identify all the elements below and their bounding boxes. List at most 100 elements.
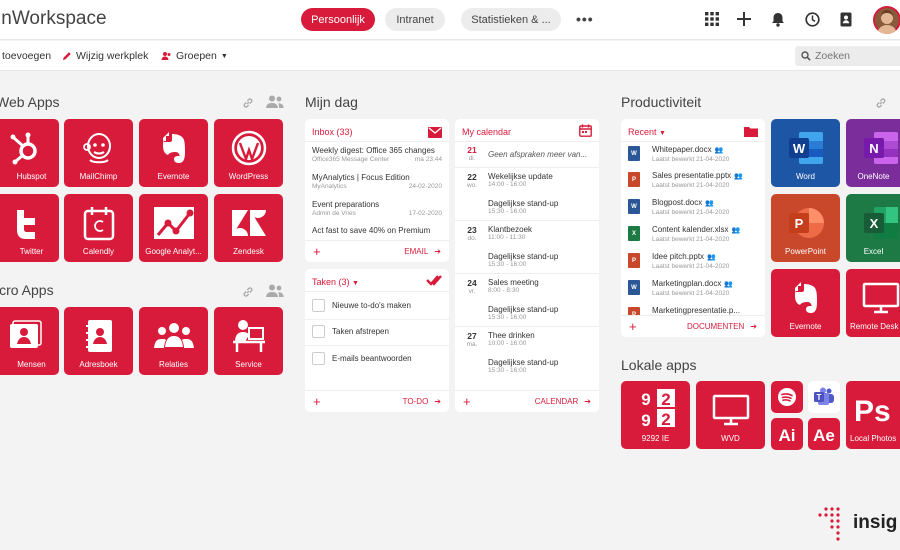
new-task-plus-icon[interactable]: + [313,394,321,409]
todo-link[interactable]: TO-DO ➔ [403,397,441,406]
chevron-down-icon: ▼ [220,52,228,60]
app-tile-calendly[interactable]: Calendly [64,194,133,262]
search-input[interactable] [815,50,895,62]
search-box[interactable] [795,46,900,66]
document-item[interactable]: P Idee pitch.pptx 👥 Laatst bewerkt 21-04-… [628,250,758,273]
documents-footer: + DOCUMENTEN ➔ [621,315,765,337]
todo-checkbox[interactable] [312,352,325,365]
todo-checkbox[interactable] [312,299,325,312]
app-tile-evernote[interactable]: Evernote [139,119,208,187]
todo-item[interactable]: Taken afstrepen [312,325,389,338]
app-tile-wvd[interactable]: WVD [696,381,765,449]
new-event-plus-icon[interactable]: + [463,394,471,409]
grid-icon[interactable] [703,10,721,28]
bell-icon[interactable] [769,10,787,28]
calendar-event[interactable]: Thee drinken 10:00 - 16:00 [488,331,592,347]
document-name: Marketingpresentatie.p... [652,306,741,315]
document-item[interactable]: W Marketingplan.docx 👥 Laatst bewerkt 21-… [628,277,758,300]
todo-item[interactable]: Nieuwe to-do's maken [312,299,411,312]
app-tile-onenote[interactable]: N OneNote [846,119,900,187]
document-edited: Laatst bewerkt 21-04-2020 [652,236,730,243]
calendar-card: My calendar 21 di. Geen afspraken meer va… [455,119,599,412]
app-tile-teams[interactable]: T [808,381,840,413]
after-effects-icon: Ae [813,426,835,445]
app-tile-adresboek[interactable]: Adresboek [64,307,133,375]
app-tile-spotify[interactable] [771,381,803,413]
new-document-plus-icon[interactable]: + [629,319,637,334]
link-icon[interactable] [242,285,254,303]
document-item[interactable]: W Whitepaper.docx 👥 Laatst bewerkt 21-04-… [628,143,758,166]
todo-checkbox[interactable] [312,325,325,338]
link-icon[interactable] [875,96,887,114]
app-tile-wordpress[interactable]: WordPress [214,119,283,187]
app-tile-twitter[interactable]: Twitter [0,194,59,262]
document-edited: Laatst bewerkt 21-04-2020 [652,156,730,163]
document-item[interactable]: P Sales presentatie.pptx 👥 Laatst bewerkt… [628,169,758,192]
groups-label: Groepen [176,50,217,62]
tasks-title[interactable]: Taken (3) ▼ [312,277,359,287]
productiviteit-title: Productiviteit [621,94,702,110]
more-tabs-button[interactable]: ••• [576,11,594,27]
shared-icon: 👥 [724,280,734,288]
document-item[interactable]: X Content kalender.xlsx 👥 Laatst bewerkt … [628,223,758,246]
mail-item[interactable]: Event preparations Admin de Vries 17-02-2… [312,200,442,217]
app-tile-remote-desktop[interactable]: Remote Desk [846,269,900,337]
app-tile-powerpoint[interactable]: P PowerPoint [771,194,840,262]
edit-workspace-button[interactable]: Wijzig werkplek [62,50,148,62]
email-link[interactable]: EMAIL ➔ [404,247,441,256]
avatar[interactable] [873,6,900,34]
arrow-right-icon: ➔ [434,247,441,256]
tab-intranet[interactable]: Intranet [385,8,445,31]
mail-from: MyAnalytics [312,183,347,190]
documents-link[interactable]: DOCUMENTEN ➔ [687,322,757,331]
app-tile-google-analytics[interactable]: Google Analyt... [139,194,208,262]
app-tile-local-photoshop[interactable]: Ps Local Photos [846,381,900,449]
calendar-event[interactable]: Dagelijkse stand-up 15:30 - 16:00 [488,305,592,321]
plus-icon[interactable] [735,10,753,28]
app-tile-excel[interactable]: X Excel [846,194,900,262]
tasks-title-label: Taken (3) [312,277,350,287]
calendar-event[interactable]: Klantbezoek 11:00 - 11:30 [488,225,592,241]
contacts-icon[interactable] [837,10,855,28]
app-tile-label: Excel [863,247,884,256]
new-mail-plus-icon[interactable]: + [313,244,321,259]
svg-text:Ai: Ai [779,426,796,445]
app-tile-mailchimp[interactable]: MailChimp [64,119,133,187]
calendar-event[interactable]: Sales meeting 8:00 - 8:30 [488,278,592,294]
tab-statistieken[interactable]: Statistieken & ... [461,8,561,31]
link-icon[interactable] [242,96,254,114]
share-group-icon[interactable] [266,95,284,113]
mail-item[interactable]: Act fast to save 40% on Premium [312,226,442,235]
mail-item[interactable]: MyAnalytics | Focus Edition MyAnalytics 2… [312,173,442,190]
clock-icon[interactable] [803,10,821,28]
calendar-title[interactable]: My calendar [462,127,511,137]
app-tile-label: WordPress [228,172,269,181]
app-tile-word[interactable]: W Word [771,119,840,187]
app-tile-after-effects[interactable]: Ae [808,418,840,450]
app-tile-evernote-2[interactable]: Evernote [771,269,840,337]
calendar-event[interactable]: Dagelijkse stand-up 15:30 - 16:00 [488,199,592,215]
inbox-title[interactable]: Inbox (33) [312,127,353,137]
app-tile-relaties[interactable]: Relaties [139,307,208,375]
mail-item[interactable]: Weekly digest: Office 365 changes Office… [312,146,442,163]
todo-item[interactable]: E-mails beantwoorden [312,352,412,365]
share-group-icon[interactable] [266,284,284,302]
calendar-event-time: 15:30 - 16:00 [488,314,527,321]
app-tile-mensen[interactable]: Mensen [0,307,59,375]
groups-dropdown[interactable]: Groepen ▼ [161,50,228,62]
recent-title[interactable]: Recent ▼ [628,127,666,137]
calendar-link[interactable]: CALENDAR ➔ [535,397,591,406]
calendar-event[interactable]: Dagelijkse stand-up 15:30 - 16:00 [488,252,592,268]
calendar-event[interactable]: Wekelijkse update 14:00 - 16:00 [488,172,592,188]
search-icon [801,51,811,61]
document-item[interactable]: W Blogpost.docx 👥 Laatst bewerkt 21-04-20… [628,196,758,219]
app-tile-zendesk[interactable]: Zendesk [214,194,283,262]
tab-persoonlijk[interactable]: Persoonlijk [301,8,375,31]
app-tile-9292[interactable]: 9 922 9292 IE [621,381,690,449]
app-tile-illustrator[interactable]: Ai [771,418,803,450]
add-app-button[interactable]: toevoegen [2,50,51,62]
calendar-weekday: vr. [468,288,476,295]
app-tile-hubspot[interactable]: Hubspot [0,119,59,187]
calendar-event[interactable]: Dagelijkse stand-up 15:30 - 16:00 [488,358,592,374]
app-tile-service[interactable]: Service [214,307,283,375]
